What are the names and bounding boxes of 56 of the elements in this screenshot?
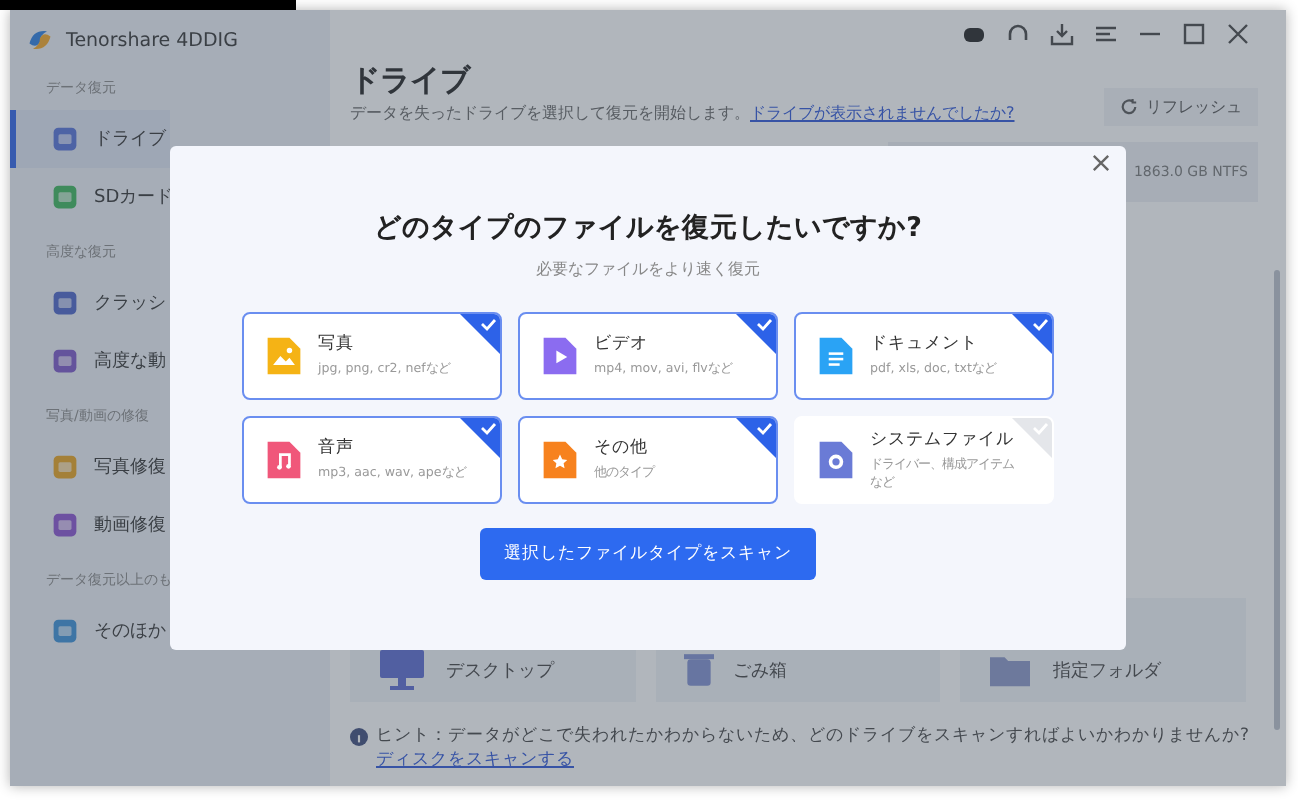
download-icon[interactable] bbox=[1050, 22, 1074, 46]
file-type-name: 写真 bbox=[318, 332, 356, 357]
scan-button[interactable]: 選択したファイルタイプをスキャン bbox=[480, 528, 816, 580]
file-type-name: ビデオ bbox=[594, 332, 650, 357]
sidebar-item-label: クラッシ bbox=[94, 292, 166, 316]
sidebar-item-label: ドライブ bbox=[94, 127, 166, 152]
checkmark-icon[interactable] bbox=[460, 314, 500, 354]
scan-disk-link[interactable]: ディスクをスキャンする bbox=[376, 750, 574, 771]
file-type-name: その他 bbox=[594, 436, 650, 461]
video-file-icon bbox=[540, 334, 580, 378]
document-file-icon bbox=[816, 334, 856, 378]
sidebar-item-label: 高度な動 bbox=[94, 349, 166, 374]
sidebar-item[interactable]: そのほか bbox=[10, 602, 170, 660]
gear-file-icon bbox=[816, 438, 856, 482]
location-label: ごみ箱 bbox=[733, 659, 788, 684]
sidebar-item-label: 写真修復 bbox=[94, 455, 166, 480]
sidebar-item-label: 動画修復 bbox=[94, 513, 166, 538]
close-button[interactable] bbox=[1088, 154, 1114, 172]
checkmark-icon[interactable] bbox=[736, 314, 776, 354]
info-icon bbox=[350, 728, 368, 747]
sidebar-item[interactable]: SDカード bbox=[10, 168, 170, 226]
hint-text: ヒント：データがどこで失われたかわからないため、どのドライブをスキャンすればよいかわかりませんか? ディスクをスキャンする bbox=[376, 726, 1252, 774]
close-icon[interactable] bbox=[1226, 22, 1250, 46]
dialog-title: どのタイプのファイルを復元したいですか? bbox=[374, 210, 922, 246]
headset-icon[interactable] bbox=[1006, 22, 1030, 46]
sidebar-item[interactable]: 動画修復 bbox=[10, 496, 170, 554]
sidebar-item-label: そのほか bbox=[94, 620, 166, 644]
sidebar-item-label: SDカード bbox=[94, 186, 174, 210]
image-file-icon bbox=[264, 334, 304, 378]
checkmark-icon[interactable] bbox=[736, 418, 776, 458]
dialog-subtitle: 必要なファイルをより速く復元 bbox=[536, 258, 760, 280]
refresh-icon bbox=[1120, 98, 1138, 116]
music-file-icon bbox=[264, 438, 304, 482]
sidebar-item[interactable]: クラッシ bbox=[10, 274, 170, 332]
menu-icon[interactable] bbox=[1094, 22, 1118, 46]
checkmark-icon[interactable] bbox=[1012, 418, 1052, 458]
monitor-icon bbox=[378, 648, 426, 693]
star-file-icon bbox=[540, 438, 580, 482]
sidebar-item[interactable]: ドライブ bbox=[10, 110, 170, 168]
trash-icon bbox=[683, 654, 714, 687]
location-label: デスクトップ bbox=[446, 658, 554, 684]
maximize-icon[interactable] bbox=[1182, 22, 1206, 46]
checkmark-icon[interactable] bbox=[1012, 314, 1052, 354]
page-title: ドライブ bbox=[350, 62, 474, 100]
app-logo-icon bbox=[26, 26, 54, 54]
file-type-name: 音声 bbox=[318, 436, 356, 461]
refresh-button[interactable]: リフレッシュ bbox=[1104, 88, 1258, 126]
checkmark-icon[interactable] bbox=[460, 418, 500, 458]
sidebar-item[interactable]: 写真修復 bbox=[10, 438, 170, 496]
app-title: Tenorshare 4DDIG bbox=[66, 29, 238, 51]
page-description: データを失ったドライブを選択して復元を開始します。ドライブが表示されませんでしたか? bbox=[350, 102, 1015, 124]
location-label: 指定フォルダ bbox=[1052, 659, 1161, 684]
help-link[interactable]: ドライブが表示されませんでしたか? bbox=[750, 104, 1015, 122]
file-type-name: ドキュメント bbox=[870, 332, 980, 357]
sidebar-item[interactable]: 高度な動 bbox=[10, 332, 170, 390]
file-type-name: システムファイル bbox=[870, 428, 1016, 453]
